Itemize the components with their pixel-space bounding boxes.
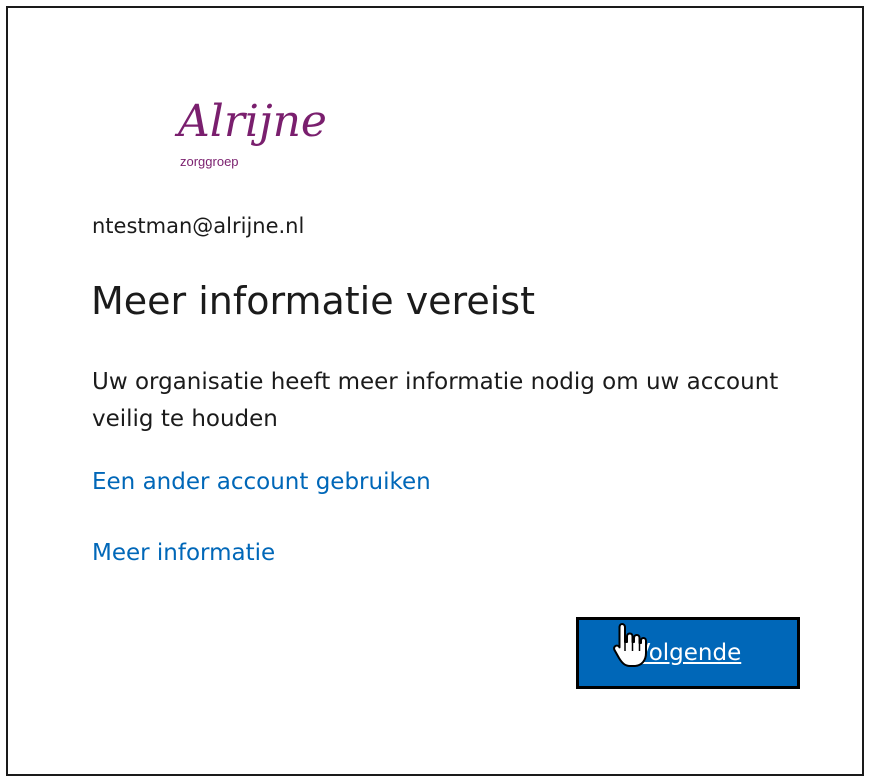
more-information-link[interactable]: Meer informatie xyxy=(92,538,275,568)
account-email: ntestman@alrijne.nl xyxy=(92,214,305,238)
logo-wordmark: Alrijne xyxy=(178,96,327,147)
page-title: Meer informatie vereist xyxy=(91,279,535,323)
next-button[interactable]: Volgende xyxy=(576,617,800,689)
page-description: Uw organisatie heeft meer informatie nod… xyxy=(92,369,779,432)
company-logo: Alrijne zorggroep xyxy=(178,96,378,176)
logo-subtitle: zorggroep xyxy=(180,154,239,169)
use-other-account-link[interactable]: Een ander account gebruiken xyxy=(92,467,431,497)
